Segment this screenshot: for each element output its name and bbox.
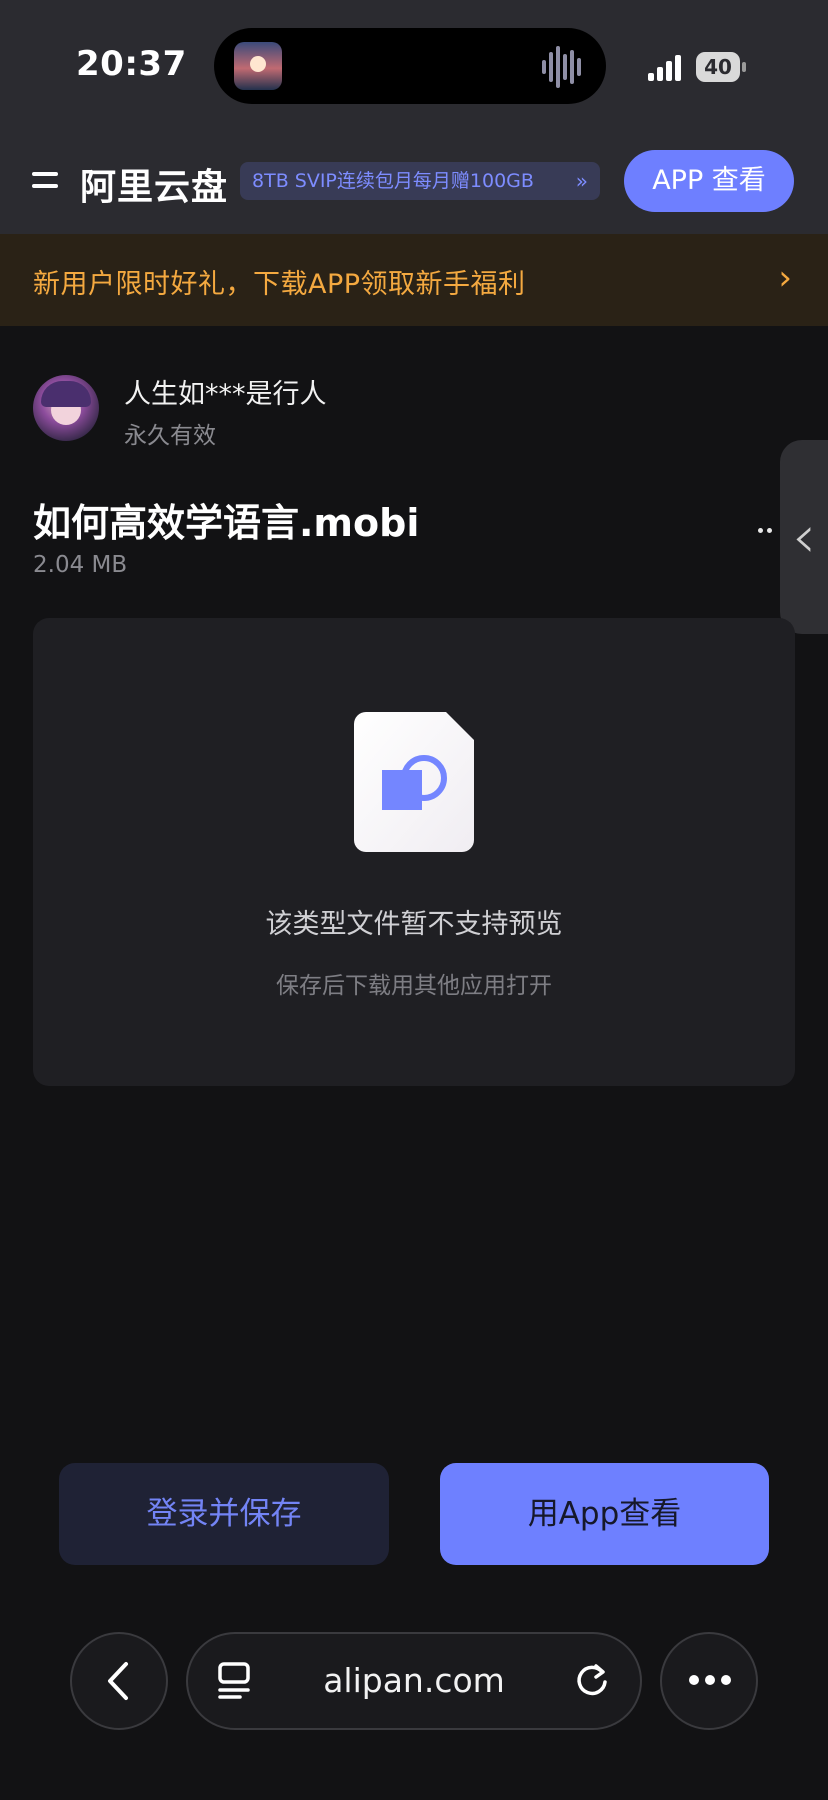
battery-level: 40 <box>704 55 732 79</box>
dynamic-island[interactable] <box>214 28 606 104</box>
open-in-app-button[interactable]: 用App查看 <box>440 1463 769 1565</box>
double-chevron-right-icon: » <box>575 169 588 193</box>
share-validity: 永久有效 <box>124 423 216 449</box>
page: 20:37 40 阿里云盘 8TB SVIP连续包月每月赠100GB » APP… <box>0 0 828 1800</box>
menu-icon[interactable] <box>32 172 58 192</box>
file-name: 如何高效学语言.mobi <box>33 501 420 545</box>
side-panel-handle[interactable]: ‹ <box>780 440 828 634</box>
status-time: 20:37 <box>76 44 187 84</box>
login-save-button[interactable]: 登录并保存 <box>59 1463 389 1565</box>
preview-unsupported-message: 该类型文件暂不支持预览 <box>265 909 563 940</box>
unknown-file-icon <box>354 712 474 852</box>
preview-hint: 保存后下载用其他应用打开 <box>276 973 552 999</box>
browser-address-bar[interactable]: alipan.com <box>186 1632 642 1730</box>
chevron-left-icon: ‹ <box>792 502 816 572</box>
sharer-username: 人生如***是行人 <box>124 379 327 410</box>
svip-promo-text: 8TB SVIP连续包月每月赠100GB <box>252 170 534 192</box>
svip-promo-link[interactable]: 8TB SVIP连续包月每月赠100GB » <box>240 162 600 200</box>
now-playing-artwork-icon <box>234 42 282 90</box>
cellular-signal-icon <box>648 55 681 81</box>
browser-more-button[interactable] <box>660 1632 758 1730</box>
file-size: 2.04 MB <box>33 552 128 578</box>
top-bar: 20:37 40 阿里云盘 8TB SVIP连续包月每月赠100GB » APP… <box>0 0 828 234</box>
brand-title: 阿里云盘 <box>80 167 229 208</box>
browser-back-button[interactable] <box>70 1632 168 1730</box>
reload-icon[interactable] <box>572 1660 612 1700</box>
app-view-button[interactable]: APP 查看 <box>624 150 794 212</box>
avatar <box>33 375 99 441</box>
battery-icon: 40 <box>696 52 746 82</box>
chevron-right-icon: › <box>778 258 792 298</box>
audio-waveform-icon <box>542 46 581 88</box>
more-options-icon[interactable] <box>758 518 776 533</box>
banner-text: 新用户限时好礼，下载APP领取新手福利 <box>33 269 526 300</box>
ellipsis-icon <box>689 1675 731 1685</box>
chevron-left-icon <box>108 1662 128 1700</box>
new-user-banner[interactable]: 新用户限时好礼，下载APP领取新手福利 › <box>0 234 828 326</box>
preview-panel <box>33 618 795 1086</box>
